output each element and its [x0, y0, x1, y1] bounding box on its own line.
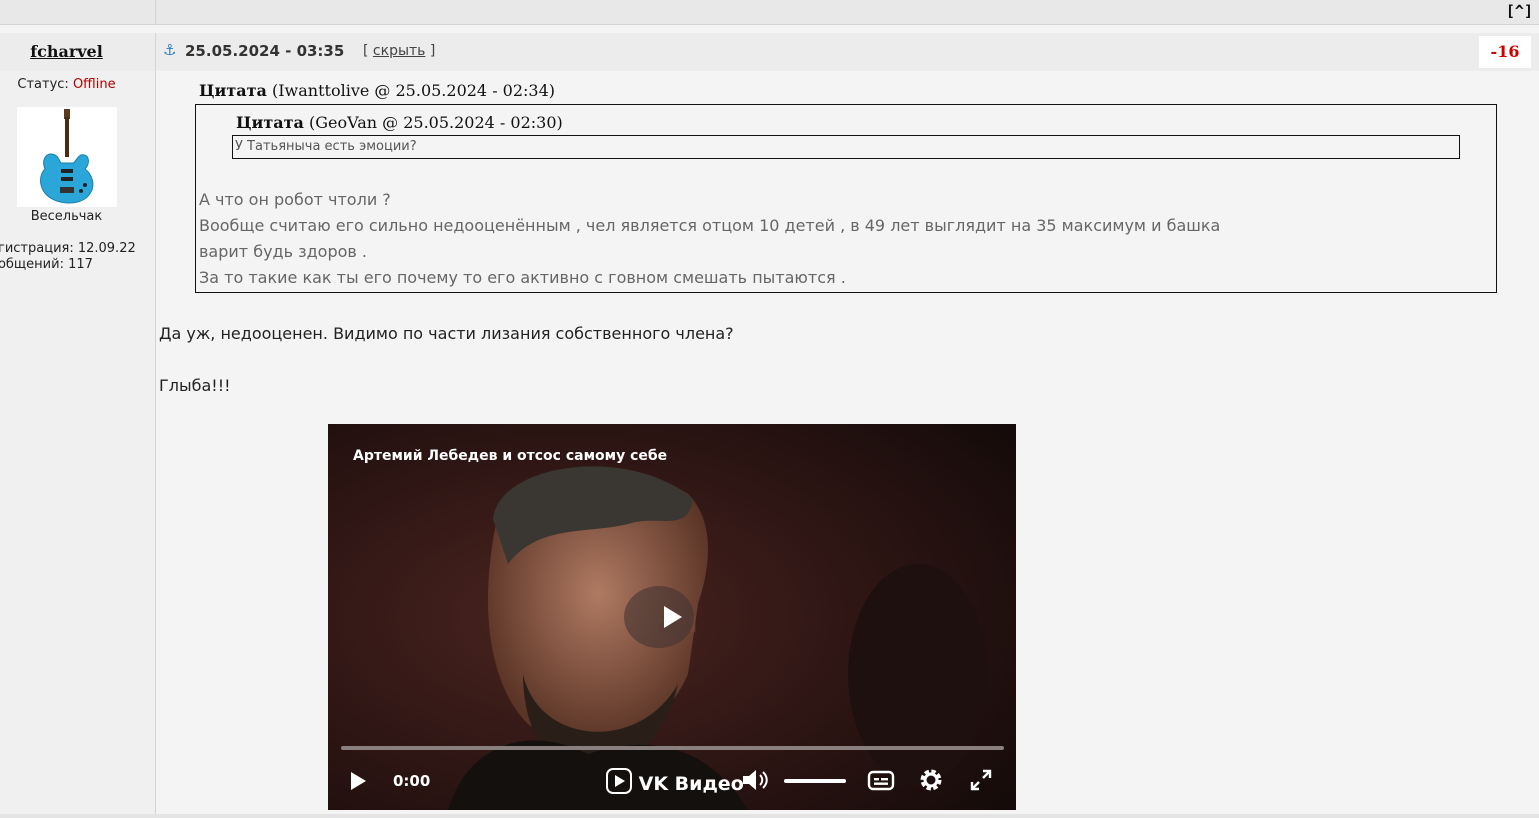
author-username[interactable]: fcharvel — [0, 42, 133, 61]
post-rating[interactable]: -16 — [1479, 36, 1531, 68]
nested-quote-text: У Татьяныча есть эмоции? — [235, 139, 417, 154]
fullscreen-icon[interactable] — [966, 764, 996, 796]
volume-icon[interactable] — [740, 764, 770, 796]
post-date: 25.05.2024 - 03:35 — [185, 42, 345, 60]
top-bar-left-cell — [0, 0, 156, 24]
guitar-avatar-image — [17, 107, 117, 207]
play-button-large[interactable] — [624, 586, 694, 648]
quote-line: варит будь здоров . — [199, 242, 368, 261]
author-post-count: ообщений: 117 — [0, 257, 93, 272]
hide-link[interactable]: скрыть — [373, 43, 426, 59]
nested-quote-label: Цитата — [236, 113, 304, 132]
quote-title: Цитата (Iwanttolive @ 25.05.2024 - 02:34… — [199, 81, 555, 100]
settings-gear-icon[interactable] — [916, 764, 946, 796]
volume-slider[interactable] — [784, 779, 846, 783]
top-bar: [^] — [0, 0, 1539, 25]
quote-label: Цитата — [199, 81, 267, 100]
subtitles-icon[interactable] — [866, 764, 896, 796]
quote-line: А что он робот чтоли ? — [199, 190, 391, 209]
vk-video-logo[interactable]: VK Видео — [606, 767, 744, 795]
video-player[interactable]: ач Артемий Лебедев и отсос самому себе 0… — [328, 424, 1016, 810]
author-status: Статус: Offline — [0, 77, 133, 92]
video-progress-bar[interactable] — [341, 746, 1004, 750]
play-icon — [664, 606, 682, 628]
bottom-divider — [0, 814, 1539, 818]
author-rank: Весельчак — [30, 209, 103, 224]
quote-line: За то такие как ты его почему то его акт… — [199, 268, 846, 287]
vk-play-icon — [606, 768, 632, 794]
quote-line: Вообще считаю его сильно недооценённым ,… — [199, 216, 1221, 235]
row-gap — [0, 25, 1539, 33]
nested-quote-title: Цитата (GeoVan @ 25.05.2024 - 02:30) — [236, 113, 563, 132]
author-registration: егистрация: 12.09.22 — [0, 241, 136, 256]
post-body-line: Глыба!!! — [159, 376, 231, 395]
status-value: Offline — [72, 77, 116, 92]
hide-post-control: [ скрыть ] — [363, 43, 435, 59]
video-time: 0:00 — [393, 772, 431, 790]
scroll-to-top-button[interactable]: [^] — [1506, 2, 1533, 20]
play-icon[interactable] — [348, 764, 370, 796]
video-title: Артемий Лебедев и отсос самому себе — [353, 448, 668, 464]
avatar — [17, 107, 117, 207]
quote-meta: (Iwanttolive @ 25.05.2024 - 02:34) — [271, 81, 556, 100]
nested-quote-meta: (GeoVan @ 25.05.2024 - 02:30) — [308, 113, 563, 132]
post-body-line: Да уж, недооценен. Видимо по части лизан… — [159, 324, 734, 343]
anchor-icon[interactable]: ⚓ — [163, 41, 176, 59]
bracket-open: [ — [363, 43, 369, 59]
status-label: Статус: — [17, 77, 69, 92]
bracket-close: ] — [429, 43, 436, 59]
vk-video-brand: VK Видео — [638, 773, 744, 795]
